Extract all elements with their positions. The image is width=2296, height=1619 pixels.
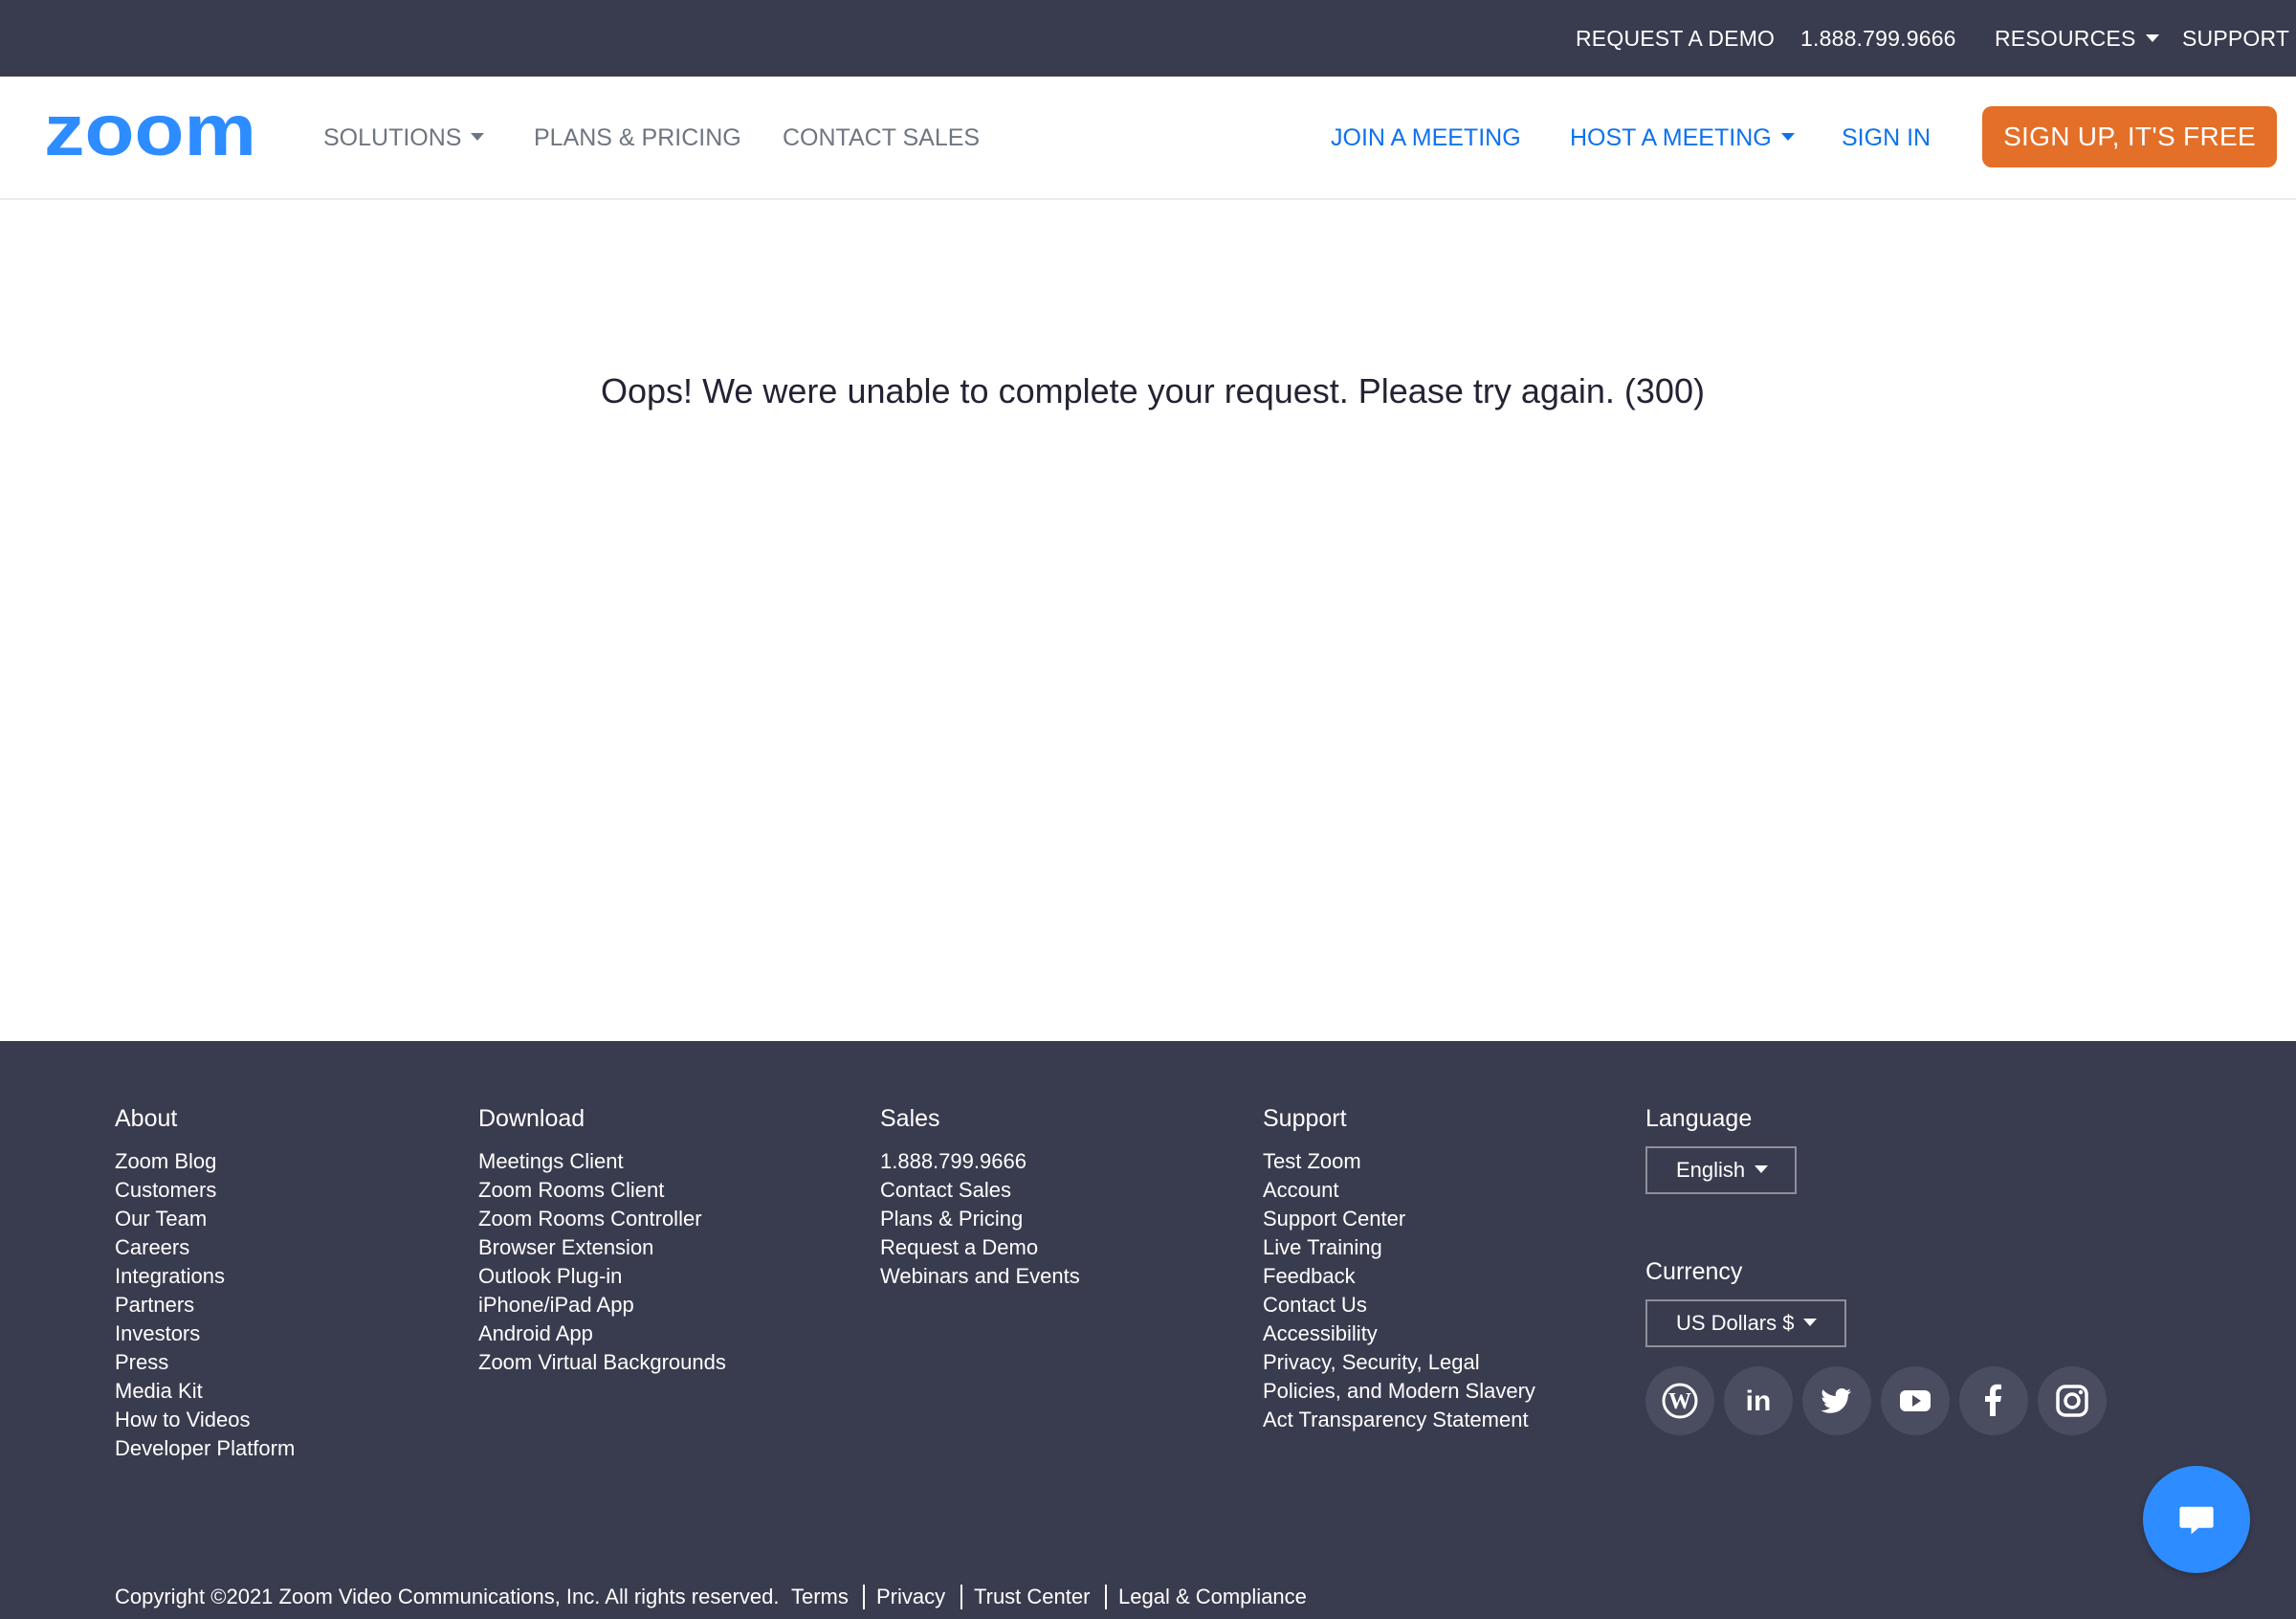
legal-compliance-link[interactable]: Legal & Compliance <box>1118 1583 1307 1611</box>
footer-sales-list: 1.888.799.9666 Contact Sales Plans & Prici… <box>880 1147 1080 1291</box>
linkedin-icon[interactable]: in <box>1724 1366 1793 1435</box>
plans-pricing-link[interactable]: PLANS & PRICING <box>534 77 741 200</box>
youtube-icon[interactable] <box>1881 1366 1950 1435</box>
footer-sales-column: Sales 1.888.799.9666 Contact Sales Plans &… <box>880 1095 1080 1291</box>
footer-link[interactable]: iPhone/iPad App <box>478 1291 726 1320</box>
sign-up-button[interactable]: SIGN UP, IT'S FREE <box>1982 106 2277 167</box>
main-navigation: zoom SOLUTIONS PLANS & PRICING CONTACT S… <box>0 77 2296 200</box>
footer-link[interactable]: Live Training <box>1263 1233 1535 1262</box>
footer-link[interactable]: Our Team <box>115 1205 295 1233</box>
language-heading: Language <box>1645 1105 1753 1132</box>
chat-button[interactable] <box>2143 1466 2250 1573</box>
chevron-down-icon <box>2145 33 2159 42</box>
footer-about-heading: About <box>115 1105 178 1132</box>
footer-support-column: Support Test Zoom Account Support Center Li… <box>1263 1095 1535 1434</box>
resources-label: RESOURCES <box>1995 26 2136 51</box>
footer-link[interactable]: Accessibility <box>1263 1320 1535 1348</box>
footer: About Zoom Blog Customers Our Team Careers I… <box>0 1041 2296 1619</box>
separator <box>960 1585 962 1609</box>
footer-link[interactable]: Test Zoom <box>1263 1147 1535 1176</box>
facebook-icon[interactable] <box>1959 1366 2028 1435</box>
separator <box>863 1585 865 1609</box>
chat-bubble-icon <box>2179 1506 2214 1535</box>
top-utility-bar: REQUEST A DEMO 1.888.799.9666 RESOURCES … <box>0 0 2296 77</box>
host-meeting-dropdown[interactable]: HOST A MEETING <box>1570 77 1795 200</box>
footer-link[interactable]: Webinars and Events <box>880 1262 1080 1291</box>
footer-link[interactable]: Request a Demo <box>880 1233 1080 1262</box>
phone-link[interactable]: 1.888.799.9666 <box>1800 0 1956 77</box>
currency-value: US Dollars $ <box>1676 1311 1795 1335</box>
footer-link[interactable]: Zoom Blog <box>115 1147 295 1176</box>
twitter-icon[interactable] <box>1802 1366 1871 1435</box>
request-demo-link[interactable]: REQUEST A DEMO <box>1576 0 1775 77</box>
footer-support-heading: Support <box>1263 1105 1347 1132</box>
footer-link[interactable]: Zoom Virtual Backgrounds <box>478 1348 726 1377</box>
host-meeting-label: HOST A MEETING <box>1570 124 1772 151</box>
footer-link[interactable]: How to Videos <box>115 1406 295 1434</box>
contact-sales-link[interactable]: CONTACT SALES <box>783 77 980 200</box>
currency-heading: Currency <box>1645 1258 1743 1285</box>
currency-select[interactable]: US Dollars $ <box>1645 1299 1846 1347</box>
chevron-down-icon <box>1803 1319 1818 1327</box>
footer-download-heading: Download <box>478 1105 585 1132</box>
join-meeting-link[interactable]: JOIN A MEETING <box>1331 77 1521 200</box>
footer-link[interactable]: Browser Extension <box>478 1233 726 1262</box>
footer-about-list: Zoom Blog Customers Our Team Careers Integra… <box>115 1147 295 1463</box>
language-value: English <box>1676 1158 1746 1182</box>
error-message: Oops! We were unable to complete your re… <box>601 371 1705 410</box>
footer-link[interactable]: Privacy, Security, Legal <box>1263 1348 1535 1377</box>
footer-link[interactable]: Android App <box>478 1320 726 1348</box>
trust-center-link[interactable]: Trust Center <box>974 1583 1090 1611</box>
footer-link[interactable]: Contact Sales <box>880 1176 1080 1205</box>
separator <box>1105 1585 1107 1609</box>
language-select[interactable]: English <box>1645 1146 1797 1194</box>
footer-download-list: Meetings Client Zoom Rooms Client Zoom Roo… <box>478 1147 726 1377</box>
solutions-label: SOLUTIONS <box>323 124 462 151</box>
footer-link[interactable]: Policies, and Modern Slavery <box>1263 1377 1535 1406</box>
chevron-down-icon <box>1755 1165 1769 1174</box>
footer-support-list: Test Zoom Account Support Center Live Train… <box>1263 1147 1535 1434</box>
terms-link[interactable]: Terms <box>791 1583 849 1611</box>
footer-link[interactable]: Developer Platform <box>115 1434 295 1463</box>
footer-link[interactable]: Plans & Pricing <box>880 1205 1080 1233</box>
svg-text:W: W <box>1668 1389 1691 1414</box>
footer-link[interactable]: Media Kit <box>115 1377 295 1406</box>
footer-link[interactable]: Zoom Rooms Client <box>478 1176 726 1205</box>
sign-in-link[interactable]: SIGN IN <box>1842 77 1931 200</box>
footer-link[interactable]: Contact Us <box>1263 1291 1535 1320</box>
footer-link[interactable]: Feedback <box>1263 1262 1535 1291</box>
footer-link[interactable]: Zoom Rooms Controller <box>478 1205 726 1233</box>
footer-link[interactable]: Act Transparency Statement <box>1263 1406 1535 1434</box>
resources-dropdown[interactable]: RESOURCES <box>1995 0 2159 77</box>
support-link[interactable]: SUPPORT <box>2182 0 2289 77</box>
footer-link[interactable]: 1.888.799.9666 <box>880 1147 1080 1176</box>
chevron-down-icon <box>471 133 485 142</box>
footer-link[interactable]: Outlook Plug-in <box>478 1262 726 1291</box>
zoom-logo-text: zoom <box>44 105 256 163</box>
zoom-logo[interactable]: zoom <box>44 105 258 163</box>
chevron-down-icon <box>1780 133 1795 142</box>
footer-link[interactable]: Investors <box>115 1320 295 1348</box>
footer-link[interactable]: Account <box>1263 1176 1535 1205</box>
svg-text:in: in <box>1746 1386 1772 1417</box>
footer-link[interactable]: Press <box>115 1348 295 1377</box>
footer-link[interactable]: Partners <box>115 1291 295 1320</box>
footer-sales-heading: Sales <box>880 1105 940 1132</box>
footer-about-column: About Zoom Blog Customers Our Team Careers I… <box>115 1095 295 1463</box>
footer-link[interactable]: Careers <box>115 1233 295 1262</box>
instagram-icon[interactable] <box>2038 1366 2107 1435</box>
wordpress-icon[interactable]: W <box>1645 1366 1714 1435</box>
footer-download-column: Download Meetings Client Zoom Rooms Clien… <box>478 1095 726 1377</box>
copyright-text: Copyright ©2021 Zoom Video Communication… <box>115 1585 780 1608</box>
privacy-link[interactable]: Privacy <box>876 1583 945 1611</box>
footer-link[interactable]: Customers <box>115 1176 295 1205</box>
footer-link[interactable]: Meetings Client <box>478 1147 726 1176</box>
footer-link[interactable]: Support Center <box>1263 1205 1535 1233</box>
footer-link[interactable]: Integrations <box>115 1262 295 1291</box>
solutions-dropdown[interactable]: SOLUTIONS <box>323 77 485 200</box>
